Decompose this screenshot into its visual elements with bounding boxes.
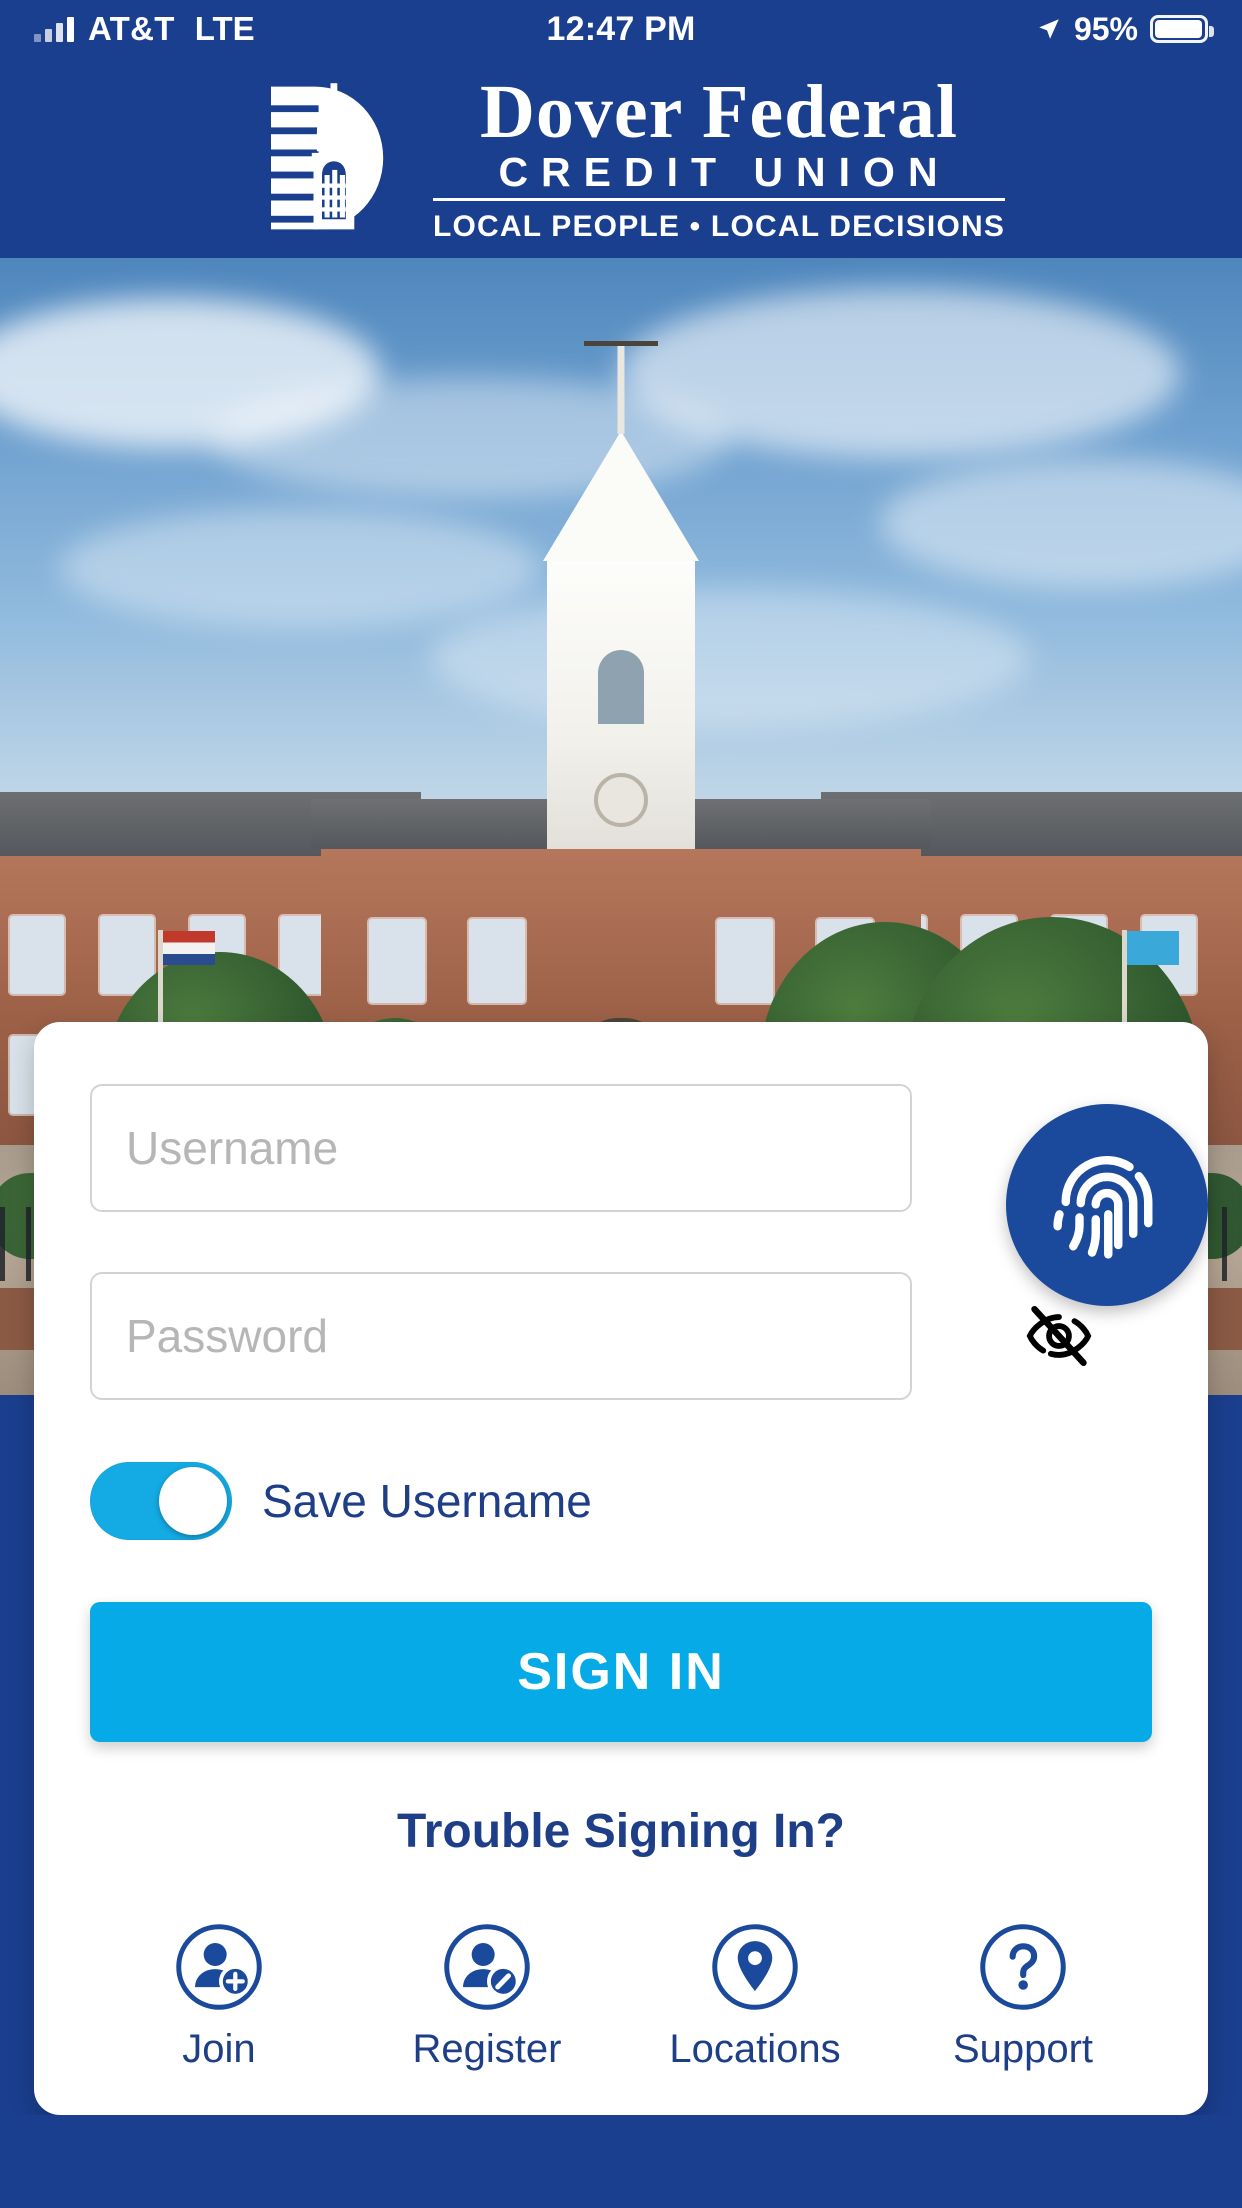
person-add-icon: [176, 1924, 262, 2010]
question-mark-icon: [980, 1924, 1066, 2010]
username-row: [90, 1084, 1152, 1212]
save-username-toggle[interactable]: [90, 1462, 232, 1540]
carrier-label: AT&T: [88, 10, 175, 47]
fingerprint-icon: [1053, 1156, 1153, 1259]
quick-link-support[interactable]: Support: [908, 1921, 1138, 2072]
tower-window: [598, 649, 644, 724]
trouble-signing-in-link[interactable]: Trouble Signing In?: [90, 1804, 1152, 1859]
username-input[interactable]: [90, 1084, 912, 1212]
weather-vane-icon: [584, 340, 658, 346]
brand-header: Dover Federal CREDIT UNION LOCAL PEOPLE …: [0, 58, 1242, 258]
quick-link-register[interactable]: Register: [372, 1921, 602, 2072]
status-bar: AT&T LTE 12:47 PM 95%: [0, 0, 1242, 58]
battery-percent-label: 95%: [1073, 10, 1138, 47]
quick-link-label: Locations: [669, 2027, 841, 2071]
location-arrow-icon: [1039, 19, 1059, 39]
save-username-label: Save Username: [262, 1475, 592, 1527]
map-pin-icon: [712, 1924, 798, 2010]
password-row: [90, 1272, 1152, 1400]
bottom-safe-area: [0, 2115, 1242, 2208]
cloud: [430, 588, 1030, 728]
quick-link-join[interactable]: Join: [104, 1921, 334, 2072]
status-bar-right: 95%: [1036, 10, 1214, 48]
person-edit-icon: [444, 1924, 530, 2010]
login-card: Save Username SIGN IN Trouble Signing In…: [34, 1022, 1208, 2115]
brand-name: Dover Federal: [480, 69, 958, 154]
toggle-password-visibility-button[interactable]: [1024, 1301, 1094, 1371]
fingerprint-login-button[interactable]: [1006, 1104, 1208, 1306]
tower-spire: [617, 341, 625, 434]
tower-roof: [543, 430, 699, 561]
status-bar-left: AT&T LTE: [34, 10, 255, 48]
brand-subtitle: CREDIT UNION: [498, 148, 951, 195]
eye-off-icon: [1026, 1305, 1092, 1367]
quick-link-locations[interactable]: Locations: [640, 1921, 870, 2072]
network-mode-label: LTE: [194, 10, 255, 47]
toggle-knob: [159, 1467, 227, 1535]
brand-tagline: LOCAL PEOPLE • LOCAL DECISIONS: [432, 209, 1006, 243]
sign-in-button[interactable]: SIGN IN: [90, 1602, 1152, 1742]
brand-wordmark: Dover Federal CREDIT UNION LOCAL PEOPLE …: [432, 69, 1006, 244]
quick-link-label: Join: [182, 2027, 256, 2071]
tower-clock: [594, 772, 648, 827]
quick-link-label: Register: [412, 2027, 562, 2071]
password-input[interactable]: [90, 1272, 912, 1400]
state-flag-icon: [1127, 931, 1179, 966]
cloud: [60, 508, 540, 628]
battery-icon: [1150, 15, 1214, 43]
quick-link-label: Support: [952, 2027, 1094, 2071]
save-username-row: Save Username: [90, 1462, 1152, 1540]
brand-divider: [432, 197, 1006, 201]
cellular-signal-icon: [34, 16, 74, 42]
quick-links-row: Join Register Locations Support: [90, 1921, 1152, 2072]
cloud: [620, 288, 1180, 458]
us-flag-icon: [163, 931, 215, 966]
dover-federal-logo-icon: [267, 83, 384, 230]
